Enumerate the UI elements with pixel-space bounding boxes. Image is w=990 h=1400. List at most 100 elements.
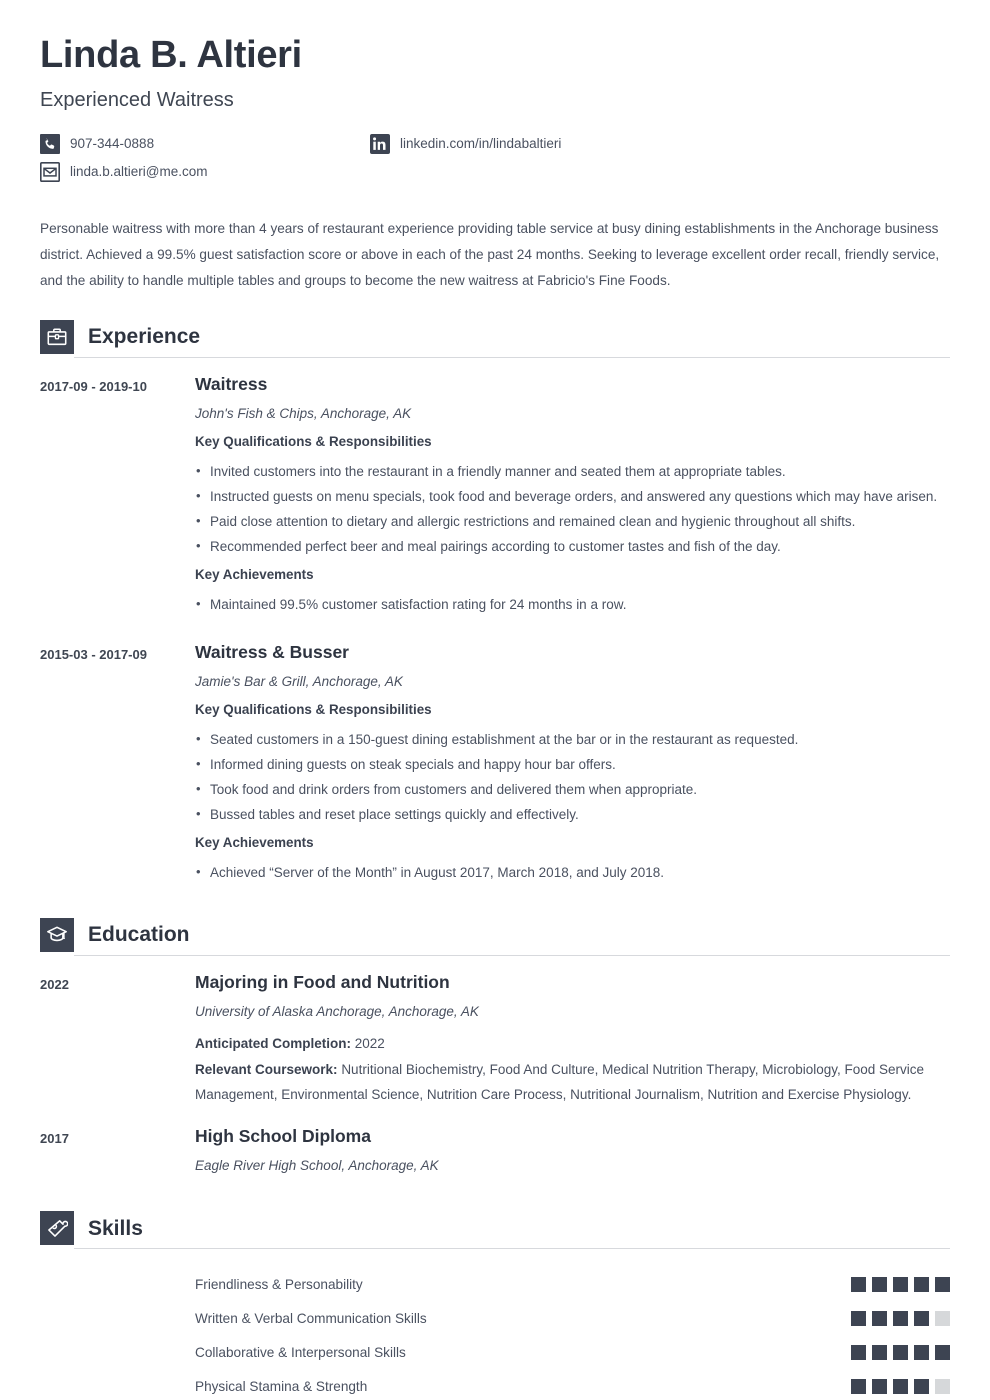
education-coursework: Relevant Coursework: Nutritional Biochem… <box>195 1057 950 1107</box>
skill-box-filled <box>851 1276 866 1292</box>
education-completion: Anticipated Completion: 2022 <box>195 1031 950 1056</box>
experience-body: Waitress John's Fish & Chips, Anchorage,… <box>195 374 950 624</box>
skill-label: Collaborative & Interpersonal Skills <box>195 1344 406 1360</box>
resume-header: Linda B. Altieri Experienced Waitress 90… <box>40 34 950 182</box>
education-degree: High School Diploma <box>195 1126 371 1147</box>
section-header-education: Education <box>40 916 950 956</box>
list-item: Recommended perfect beer and meal pairin… <box>195 534 950 559</box>
education-body: Majoring in Food and Nutrition Universit… <box>195 972 950 1108</box>
skill-rating-meter <box>845 1310 950 1326</box>
skill-box-filled <box>893 1310 908 1326</box>
skill-box-filled <box>893 1276 908 1292</box>
education-completion-label: Anticipated Completion: <box>195 1035 351 1051</box>
skill-row: Written & Verbal Communication Skills <box>40 1301 950 1335</box>
linkedin-icon <box>370 133 390 154</box>
professional-summary: Personable waitress with more than 4 yea… <box>40 220 940 288</box>
education-coursework-label: Relevant Coursework: <box>195 1061 338 1077</box>
experience-date: 2017-09 - 2019-10 <box>40 378 147 394</box>
experience-qualifications-list: Invited customers into the restaurant in… <box>195 459 950 559</box>
section-divider <box>74 954 950 956</box>
experience-achievements-label: Key Achievements <box>195 567 314 583</box>
list-item: Achieved “Server of the Month” in August… <box>195 860 950 885</box>
skill-rating-meter <box>845 1344 950 1360</box>
list-item: Instructed guests on menu specials, took… <box>195 484 950 509</box>
skill-row: Physical Stamina & Strength <box>40 1369 950 1400</box>
experience-achievements-label: Key Achievements <box>195 835 314 851</box>
section-divider <box>74 1248 950 1250</box>
skill-label: Friendliness & Personability <box>195 1276 363 1292</box>
email-icon <box>40 161 60 182</box>
skill-box-filled <box>851 1344 866 1360</box>
skill-rating-meter <box>845 1378 950 1394</box>
section-title-education: Education <box>88 923 190 947</box>
skill-box-filled <box>914 1378 929 1394</box>
skill-box-filled <box>872 1310 887 1326</box>
skill-box-filled <box>872 1344 887 1360</box>
graduation-cap-icon <box>40 917 74 952</box>
experience-job-title: Waitress <box>195 373 268 394</box>
skill-box-filled <box>914 1310 929 1326</box>
contact-phone[interactable]: 907-344-0888 <box>40 133 370 154</box>
skill-box-filled <box>851 1378 866 1394</box>
list-item: Informed dining guests on steak specials… <box>195 752 950 777</box>
skill-label: Physical Stamina & Strength <box>195 1378 368 1394</box>
education-date: 2022 <box>40 976 69 992</box>
experience-date: 2015-03 - 2017-09 <box>40 646 147 662</box>
list-item: Paid close attention to dietary and alle… <box>195 509 950 534</box>
skill-box-filled <box>914 1276 929 1292</box>
experience-entry: 2015-03 - 2017-09 Waitress & Busser Jami… <box>40 642 950 892</box>
section-header-experience: Experience <box>40 318 950 358</box>
education-date: 2017 <box>40 1131 69 1147</box>
experience-qualifications-label: Key Qualifications & Responsibilities <box>195 701 432 717</box>
contact-linkedin-value: linkedin.com/in/lindabaltieri <box>400 135 562 151</box>
contact-linkedin[interactable]: linkedin.com/in/lindabaltieri <box>370 133 950 154</box>
section-title-experience: Experience <box>88 325 201 349</box>
experience-body: Waitress & Busser Jamie's Bar & Grill, A… <box>195 642 950 892</box>
briefcase-icon <box>40 319 74 354</box>
skill-box-filled <box>935 1276 950 1292</box>
list-item: Bussed tables and reset place settings q… <box>195 802 950 827</box>
education-institution: University of Alaska Anchorage, Anchorag… <box>195 1003 479 1019</box>
skill-rating-meter <box>845 1276 950 1292</box>
candidate-job-title: Experienced Waitress <box>40 88 234 111</box>
experience-qualifications-list: Seated customers in a 150-guest dining e… <box>195 727 950 827</box>
skill-box-empty <box>935 1310 950 1326</box>
section-education: Education 2022 Majoring in Food and Nutr… <box>40 916 950 1185</box>
skill-box-filled <box>872 1276 887 1292</box>
skill-row: Collaborative & Interpersonal Skills <box>40 1335 950 1369</box>
candidate-name: Linda B. Altieri <box>40 34 302 76</box>
section-title-skills: Skills <box>88 1216 143 1240</box>
education-entry: 2017 High School Diploma Eagle River Hig… <box>40 1126 950 1185</box>
skill-box-filled <box>935 1344 950 1360</box>
list-item: Seated customers in a 150-guest dining e… <box>195 727 950 752</box>
experience-employer: John's Fish & Chips, Anchorage, AK <box>195 405 412 421</box>
skills-list: Friendliness & Personability Written & V… <box>40 1267 950 1400</box>
phone-icon <box>40 133 60 154</box>
contact-email[interactable]: linda.b.altieri@me.com <box>40 161 370 182</box>
skill-row: Friendliness & Personability <box>40 1267 950 1301</box>
experience-employer: Jamie's Bar & Grill, Anchorage, AK <box>195 673 403 689</box>
section-skills: Skills Friendliness & Personability Writ… <box>40 1209 950 1400</box>
contact-info: 907-344-0888 linkedin.com/in/lindabaltie… <box>40 133 950 182</box>
education-body: High School Diploma Eagle River High Sch… <box>195 1126 950 1185</box>
education-entry: 2022 Majoring in Food and Nutrition Univ… <box>40 972 950 1108</box>
section-divider <box>74 356 950 358</box>
list-item: Took food and drink orders from customer… <box>195 777 950 802</box>
list-item: Maintained 99.5% customer satisfaction r… <box>195 592 950 617</box>
experience-achievements-list: Maintained 99.5% customer satisfaction r… <box>195 592 950 617</box>
skill-box-filled <box>851 1310 866 1326</box>
experience-achievements-list: Achieved “Server of the Month” in August… <box>195 860 950 885</box>
puzzle-piece-icon <box>40 1211 74 1246</box>
section-header-skills: Skills <box>40 1209 950 1250</box>
experience-qualifications-label: Key Qualifications & Responsibilities <box>195 433 432 449</box>
skill-label: Written & Verbal Communication Skills <box>195 1310 427 1326</box>
education-degree: Majoring in Food and Nutrition <box>195 971 450 992</box>
list-item: Invited customers into the restaurant in… <box>195 459 950 484</box>
education-institution: Eagle River High School, Anchorage, AK <box>195 1158 439 1174</box>
skill-box-filled <box>914 1344 929 1360</box>
skill-box-filled <box>893 1378 908 1394</box>
skill-box-filled <box>872 1378 887 1394</box>
section-experience: Experience 2017-09 - 2019-10 Waitress Jo… <box>40 318 950 892</box>
experience-job-title: Waitress & Busser <box>195 641 349 662</box>
experience-entry: 2017-09 - 2019-10 Waitress John's Fish &… <box>40 374 950 624</box>
